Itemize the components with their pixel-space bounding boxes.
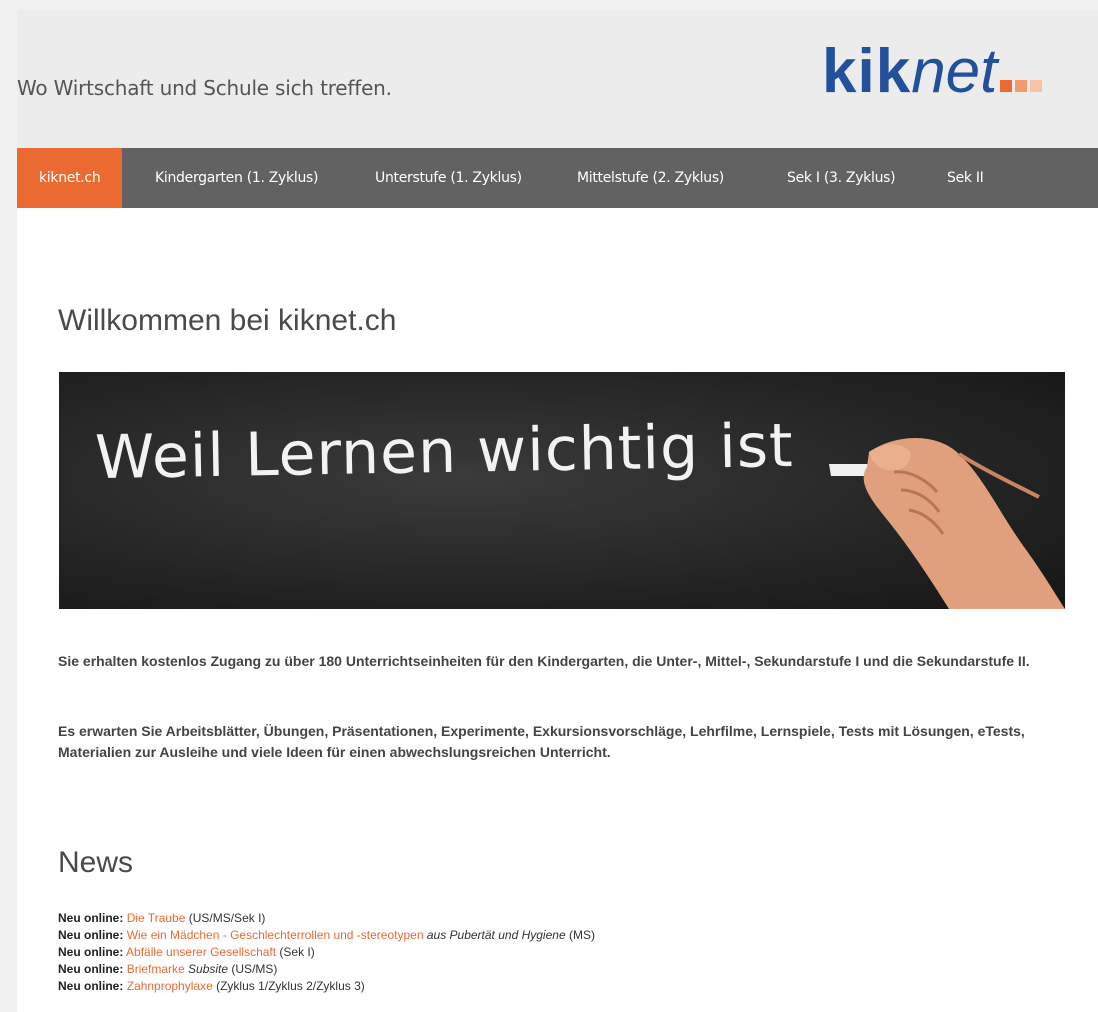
- nav-item-mittelstufe[interactable]: Mittelstufe (2. Zyklus): [577, 148, 724, 208]
- logo-net-text: net: [911, 37, 998, 106]
- news-item-italic: Subsite: [184, 962, 229, 976]
- nav-item-sek-i[interactable]: Sek I (3. Zyklus): [787, 148, 896, 208]
- hand-with-chalk-image: [829, 437, 1065, 609]
- nav-item-sek-ii[interactable]: Sek II: [947, 148, 984, 208]
- site-tagline: Wo Wirtschaft und Schule sich treffen.: [17, 76, 392, 100]
- logo-dots: [1000, 79, 1045, 97]
- logo-dot: [1000, 80, 1013, 92]
- intro-paragraph: Sie erhalten kostenlos Zugang zu über 18…: [58, 653, 1030, 669]
- kiknet-logo[interactable]: kiknet: [822, 36, 1045, 106]
- news-item-suffix: (MS): [565, 928, 595, 942]
- news-item-link[interactable]: Zahnprophylaxe: [127, 979, 213, 993]
- nav-item-unterstufe[interactable]: Unterstufe (1. Zyklus): [375, 148, 522, 208]
- news-item-link[interactable]: Wie ein Mädchen - Geschlechterrollen und…: [127, 928, 424, 942]
- features-paragraph: Es erwarten Sie Arbeitsblätter, Übungen,…: [58, 723, 1025, 760]
- logo-dot: [1030, 80, 1043, 92]
- news-item-prefix: Neu online:: [58, 928, 124, 942]
- nav-item-kiknet[interactable]: kiknet.ch: [17, 148, 123, 208]
- hero-banner: Weil Lernen wichtig ist: [59, 372, 1065, 609]
- news-item: Neu online: Die Traube (US/MS/Sek I): [58, 910, 1058, 927]
- news-item: Neu online: Briefmarke Subsite (US/MS): [58, 961, 1058, 978]
- nav-item-kindergarten[interactable]: Kindergarten (1. Zyklus): [155, 148, 318, 208]
- page: Wo Wirtschaft und Schule sich treffen. k…: [17, 10, 1098, 1012]
- main-content: Willkommen bei kiknet.ch Weil Lernen wic…: [17, 208, 1098, 1012]
- logo-dot: [1015, 80, 1028, 92]
- news-item-prefix: Neu online:: [58, 945, 124, 959]
- logo-kik-text: kik: [822, 37, 912, 106]
- news-heading: News: [58, 846, 134, 879]
- news-item-suffix: (US/MS): [228, 962, 278, 976]
- banner-chalk-text: Weil Lernen wichtig ist: [94, 410, 795, 494]
- news-item-prefix: Neu online:: [58, 962, 124, 976]
- news-item-prefix: Neu online:: [58, 911, 124, 925]
- site-header: Wo Wirtschaft und Schule sich treffen. k…: [17, 10, 1098, 148]
- news-item-prefix: Neu online:: [58, 979, 124, 993]
- main-navigation: kiknet.ch Kindergarten (1. Zyklus) Unter…: [17, 148, 1098, 208]
- news-item: Neu online: Abfälle unserer Gesellschaft…: [58, 944, 1058, 961]
- news-item-italic: aus Pubertät und Hygiene: [423, 928, 566, 942]
- news-item-link[interactable]: Abfälle unserer Gesellschaft: [126, 945, 276, 959]
- news-item-suffix: (US/MS/Sek I): [185, 911, 266, 925]
- news-item-link[interactable]: Briefmarke: [127, 962, 185, 976]
- news-item-link[interactable]: Die Traube: [127, 911, 186, 925]
- news-item-suffix: (Zyklus 1/Zyklus 2/Zyklus 3): [212, 979, 365, 993]
- news-item: Neu online: Zahnprophylaxe (Zyklus 1/Zyk…: [58, 978, 1058, 995]
- news-list: Neu online: Die Traube (US/MS/Sek I) Neu…: [58, 910, 1058, 995]
- news-item: Neu online: Wie ein Mädchen - Geschlecht…: [58, 927, 1058, 944]
- news-item-suffix: (Sek I): [276, 945, 315, 959]
- page-title: Willkommen bei kiknet.ch: [58, 304, 397, 337]
